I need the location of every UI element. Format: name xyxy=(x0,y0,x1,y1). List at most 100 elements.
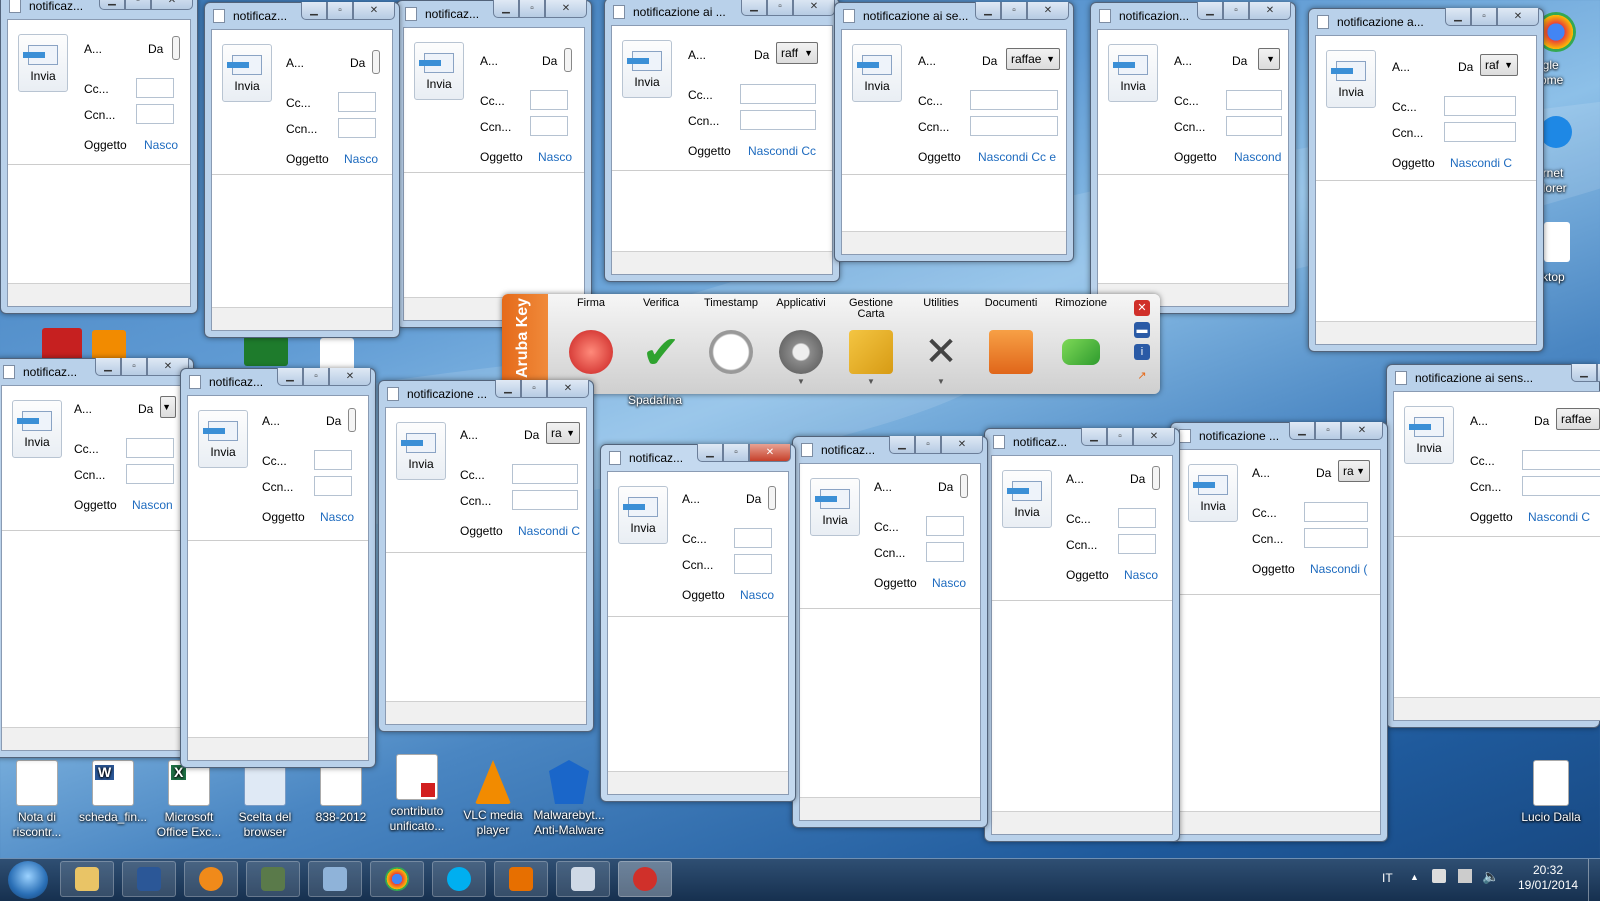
close-button[interactable]: ✕ xyxy=(941,436,983,454)
cc-label[interactable]: Cc... xyxy=(84,82,109,96)
cc-label[interactable]: Cc... xyxy=(480,94,505,108)
maximize-button[interactable]: ▫ xyxy=(1315,422,1341,440)
title-bar[interactable]: notificazione ai ... ▁ ▫ ✕ xyxy=(611,0,835,25)
show-desktop-button[interactable] xyxy=(1588,859,1600,901)
send-button[interactable]: Invia xyxy=(852,44,902,102)
bcc-field[interactable] xyxy=(1226,116,1282,136)
close-button[interactable]: ✕ xyxy=(329,368,371,386)
cc-label[interactable]: Cc... xyxy=(1066,512,1091,526)
title-bar[interactable]: notificazione a... ▁ ▫ ✕ xyxy=(1315,8,1539,35)
compose-window[interactable]: notificaz... ▁ ▫ ✕ Invia A... Da Cc... Ccn… xyxy=(396,0,592,328)
minimize-button[interactable]: ▁ xyxy=(889,436,915,454)
from-select[interactable]: ▼ xyxy=(1258,48,1280,70)
close-button[interactable]: ✕ xyxy=(1497,8,1539,26)
bcc-label[interactable]: Ccn... xyxy=(1470,480,1501,494)
cc-label[interactable]: Cc... xyxy=(74,442,99,456)
hide-cc-link[interactable]: Nasco xyxy=(932,576,966,590)
send-button[interactable]: Invia xyxy=(810,478,860,536)
send-button[interactable]: Invia xyxy=(618,486,668,544)
cc-field[interactable] xyxy=(126,438,174,458)
from-select[interactable] xyxy=(564,48,572,72)
minimize-button[interactable]: ▁ xyxy=(493,0,519,18)
info-icon[interactable]: i xyxy=(1134,344,1150,360)
title-bar[interactable]: notificaz... ▁ ▫ ✕ xyxy=(607,444,791,471)
to-label[interactable]: A... xyxy=(262,414,280,428)
compose-window[interactable]: notificazione ai ... ▁ ▫ ✕ Invia A... Da r… xyxy=(604,0,840,282)
close-button[interactable]: ✕ xyxy=(749,444,791,462)
from-select[interactable] xyxy=(348,408,356,432)
language-indicator[interactable]: IT xyxy=(1382,871,1393,885)
title-bar[interactable]: notificaz... ▁ ▫ ✕ xyxy=(991,428,1175,455)
start-button[interactable] xyxy=(8,861,48,899)
chevron-down-icon[interactable]: ▼ xyxy=(906,376,976,387)
desktop-icon-vlc[interactable]: VLC media player xyxy=(456,760,530,838)
maximize-button[interactable]: ▫ xyxy=(125,0,151,10)
to-label[interactable]: A... xyxy=(874,480,892,494)
taskbar-aruba-mail[interactable] xyxy=(618,861,672,897)
compose-window[interactable]: notificaz... ▁ ▫ ✕ Invia A... Da Cc... Ccn… xyxy=(180,368,376,768)
bcc-field[interactable] xyxy=(734,554,772,574)
cc-field[interactable] xyxy=(338,92,376,112)
compose-window-active[interactable]: notificaz... ▁ ▫ ✕ Invia A... Da Cc... Ccn… xyxy=(600,444,796,802)
bcc-label[interactable]: Ccn... xyxy=(74,468,105,482)
maximize-button[interactable]: ▫ xyxy=(1001,2,1027,20)
title-bar[interactable]: notificazion... ▁ ▫ ✕ xyxy=(1097,2,1291,29)
cc-label[interactable]: Cc... xyxy=(1470,454,1495,468)
hide-cc-link[interactable]: Nascondi ( xyxy=(1310,562,1367,576)
bcc-field[interactable] xyxy=(512,490,578,510)
bcc-label[interactable]: Ccn... xyxy=(1392,126,1423,140)
clock[interactable]: 20:32 19/01/2014 xyxy=(1510,863,1586,893)
title-bar[interactable]: notificazione ai sens... ▁▫ xyxy=(1393,364,1600,391)
hide-cc-link[interactable]: Nascondi C xyxy=(1450,156,1512,170)
from-select[interactable]: raf ▼ xyxy=(1480,54,1518,76)
bcc-field[interactable] xyxy=(338,118,376,138)
send-button[interactable]: Invia xyxy=(1002,470,1052,528)
to-label[interactable]: A... xyxy=(1066,472,1084,486)
tool-gestione-carta[interactable]: Gestione Carta ▼ xyxy=(836,298,906,387)
send-button[interactable]: Invia xyxy=(1108,44,1158,102)
pdf-icon[interactable] xyxy=(320,338,354,372)
compose-window[interactable]: notificaz... ▁ ▫ ✕ Invia A... Da Cc... Ccn… xyxy=(792,436,988,828)
hide-cc-link[interactable]: Nasco xyxy=(144,138,178,152)
bcc-label[interactable]: Ccn... xyxy=(682,558,713,572)
chevron-down-icon[interactable]: ▼ xyxy=(766,376,836,387)
cc-label[interactable]: Cc... xyxy=(874,520,899,534)
minimize-button[interactable]: ▁ xyxy=(301,2,327,20)
taskbar-explorer[interactable] xyxy=(60,861,114,897)
bcc-field[interactable] xyxy=(126,464,174,484)
bcc-field[interactable] xyxy=(926,542,964,562)
taskbar-skype[interactable] xyxy=(432,861,486,897)
minimize-button[interactable]: ▁ xyxy=(95,358,121,376)
network-tray-icon[interactable] xyxy=(1458,869,1472,883)
send-button[interactable]: Invia xyxy=(414,42,464,100)
to-label[interactable]: A... xyxy=(688,48,706,62)
cc-field[interactable] xyxy=(1118,508,1156,528)
cc-field[interactable] xyxy=(1444,96,1516,116)
to-label[interactable]: A... xyxy=(480,54,498,68)
close-button[interactable]: ✕ xyxy=(151,0,193,10)
maximize-button[interactable]: ▫ xyxy=(519,0,545,18)
title-bar[interactable]: notificaz... ▁ ▫ ✕ xyxy=(799,436,983,463)
hide-cc-link[interactable]: Nascondi Cc e xyxy=(978,150,1056,164)
from-select[interactable]: raff ▼ xyxy=(776,42,818,64)
minimize-button[interactable]: ▁ xyxy=(1445,8,1471,26)
from-select[interactable]: ▼ xyxy=(160,396,176,418)
cc-label[interactable]: Cc... xyxy=(688,88,713,102)
bcc-label[interactable]: Ccn... xyxy=(286,122,317,136)
from-select[interactable]: ra ▼ xyxy=(1338,460,1370,482)
cc-label[interactable]: Cc... xyxy=(1174,94,1199,108)
hide-cc-link[interactable]: Nascon xyxy=(132,498,173,512)
maximize-button[interactable]: ▫ xyxy=(767,0,793,16)
cc-field[interactable] xyxy=(136,78,174,98)
bcc-label[interactable]: Ccn... xyxy=(1252,532,1283,546)
hide-cc-link[interactable]: Nascondi C xyxy=(518,524,580,538)
bcc-label[interactable]: Ccn... xyxy=(84,108,115,122)
close-button[interactable]: ✕ xyxy=(1133,428,1175,446)
compose-window[interactable]: notificazione ... ▁ ▫ ✕ Invia A... Da ra ▼ … xyxy=(378,380,594,732)
title-bar[interactable]: notificaz... ▁ ▫ ✕ xyxy=(1,358,189,385)
cc-field[interactable] xyxy=(740,84,816,104)
from-select[interactable] xyxy=(960,474,968,498)
close-button[interactable]: ✕ xyxy=(1027,2,1069,20)
bcc-field[interactable] xyxy=(1522,476,1600,496)
from-select[interactable]: ra ▼ xyxy=(546,422,580,444)
